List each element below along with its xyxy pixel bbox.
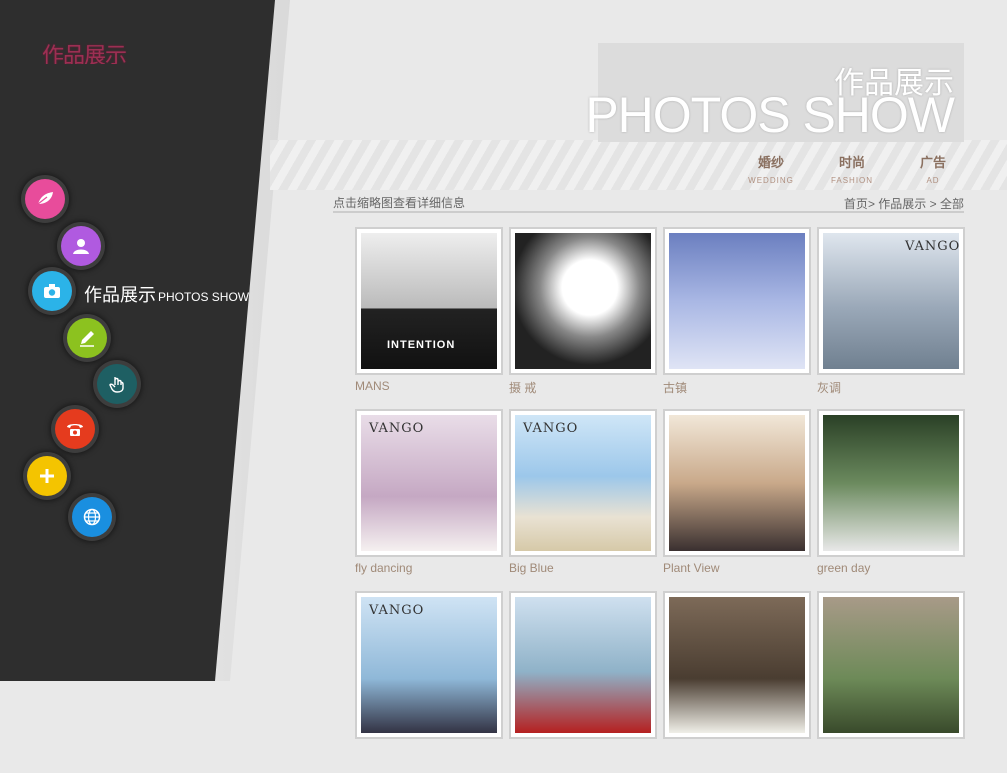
nav-active-label[interactable]: 作品展示 PHOTOS SHOW: [84, 281, 249, 307]
nav-globe-button[interactable]: [72, 497, 112, 537]
photo-image: [669, 233, 805, 369]
photo-image: [515, 233, 651, 369]
photo-thumbnail[interactable]: INTENTION: [355, 227, 503, 375]
sidebar: [0, 0, 275, 681]
thumbnail-hint: 点击缩略图查看详细信息: [333, 196, 466, 210]
photo-brand: VANGO: [369, 421, 425, 436]
photo-image: [669, 597, 805, 733]
category-label-en: FASHION: [830, 176, 874, 185]
gallery-item[interactable]: [509, 591, 657, 773]
nav-plus-button[interactable]: [27, 456, 67, 496]
photo-thumbnail[interactable]: [509, 591, 657, 739]
site-logo[interactable]: 作品展示: [42, 38, 162, 64]
photo-caption[interactable]: Big Blue: [509, 561, 657, 575]
leaf-icon: [37, 192, 53, 205]
category-ad[interactable]: 广告 AD: [903, 152, 963, 185]
photo-thumbnail[interactable]: [817, 591, 965, 739]
photo-thumbnail[interactable]: [663, 409, 811, 557]
photo-thumbnail[interactable]: VANGO: [509, 409, 657, 557]
photo-brand: VANGO: [369, 603, 425, 618]
photo-thumbnail[interactable]: VANGO: [355, 409, 503, 557]
photo-gallery: INTENTION MANS 摄 戒 古镇 VANGO 灰调 VANGO fly…: [355, 227, 970, 773]
photo-image: [669, 415, 805, 551]
gallery-item[interactable]: 古镇: [663, 227, 811, 409]
photo-caption[interactable]: Plant View: [663, 561, 811, 575]
page-title-en: PHOTOS SHOW: [585, 87, 955, 143]
nav-contact-button[interactable]: [55, 409, 95, 449]
divider: [333, 211, 964, 213]
nav-active-label-en: PHOTOS SHOW: [158, 290, 250, 304]
hand-pointer-icon: [109, 377, 124, 393]
photo-caption[interactable]: 摄 戒: [509, 379, 657, 396]
gallery-item[interactable]: VANGO fly dancing: [355, 409, 503, 591]
breadcrumb-home[interactable]: 首页: [844, 197, 868, 211]
gallery-item[interactable]: [663, 591, 811, 773]
photo-brand: VANGO: [905, 239, 961, 254]
phone-icon: [67, 424, 83, 436]
nav-leaf-button[interactable]: [25, 179, 65, 219]
nav-hand-button[interactable]: [97, 364, 137, 404]
category-label-cn: 婚纱: [757, 155, 784, 170]
gallery-item[interactable]: green day: [817, 409, 965, 591]
nav-user-button[interactable]: [61, 226, 101, 266]
photo-image: [823, 415, 959, 551]
camera-icon: [44, 284, 60, 298]
nav-edit-button[interactable]: [67, 318, 107, 358]
photo-caption[interactable]: 灰调: [817, 379, 965, 396]
header-stripes: [270, 140, 1007, 190]
category-wedding[interactable]: 婚纱 WEDDING: [741, 152, 801, 185]
photo-caption[interactable]: green day: [817, 561, 965, 575]
category-label-cn: 时尚: [838, 155, 865, 170]
gallery-item[interactable]: 摄 戒: [509, 227, 657, 409]
gallery-item[interactable]: Plant View: [663, 409, 811, 591]
photo-caption[interactable]: 古镇: [663, 379, 811, 396]
category-label-en: WEDDING: [748, 176, 794, 185]
photo-caption[interactable]: MANS: [355, 379, 503, 393]
photo-image: [823, 597, 959, 733]
user-icon: [73, 239, 89, 254]
gallery-item[interactable]: INTENTION MANS: [355, 227, 503, 409]
category-fashion[interactable]: 时尚 FASHION: [822, 152, 882, 185]
breadcrumb-section[interactable]: 作品展示: [878, 197, 926, 211]
pencil-icon: [80, 331, 94, 347]
category-label-en: AD: [926, 176, 940, 185]
photo-thumbnail[interactable]: [663, 227, 811, 375]
photo-brand: VANGO: [523, 421, 579, 436]
photo-thumbnail[interactable]: VANGO: [355, 591, 503, 739]
gallery-item[interactable]: [817, 591, 965, 773]
nav-photos-button[interactable]: [32, 271, 72, 311]
gallery-item[interactable]: VANGO: [355, 591, 503, 773]
gallery-item[interactable]: VANGO Big Blue: [509, 409, 657, 591]
category-label-cn: 广告: [919, 155, 946, 170]
photo-thumbnail[interactable]: VANGO: [817, 227, 965, 375]
photo-thumbnail[interactable]: [817, 409, 965, 557]
globe-icon: [83, 508, 101, 526]
nav-active-label-cn: 作品展示: [84, 285, 156, 305]
breadcrumb: 首页> 作品展示 > 全部: [843, 197, 964, 211]
photo-image: [515, 597, 651, 733]
photo-thumbnail[interactable]: [509, 227, 657, 375]
gallery-item[interactable]: VANGO 灰调: [817, 227, 965, 409]
photo-tag: INTENTION: [387, 339, 456, 351]
photo-thumbnail[interactable]: [663, 591, 811, 739]
plus-icon: [40, 469, 54, 483]
photo-caption[interactable]: fly dancing: [355, 561, 503, 575]
breadcrumb-current[interactable]: 全部: [940, 197, 964, 211]
